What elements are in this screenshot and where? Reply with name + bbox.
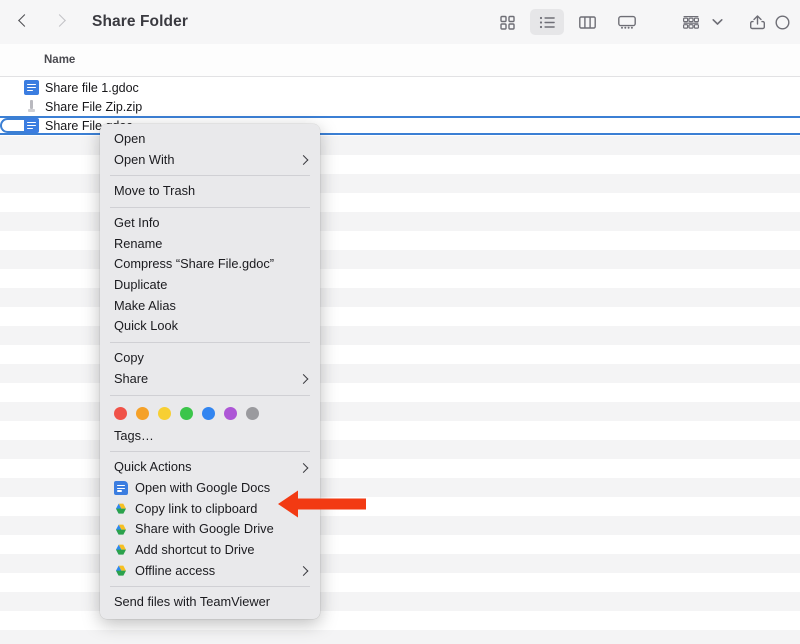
menu-item-duplicate[interactable]: Duplicate	[100, 275, 320, 296]
chevron-right-icon	[298, 566, 309, 576]
menu-item-label: Get Info	[114, 215, 160, 230]
menu-item-open[interactable]: Open	[100, 129, 320, 150]
file-name: Share File Zip.zip	[45, 99, 143, 114]
selection-indicator	[0, 118, 26, 133]
file-name: Share file 1.gdoc	[45, 80, 139, 95]
menu-item-copy[interactable]: Copy	[100, 348, 320, 369]
menu-item-make-alias[interactable]: Make Alias	[100, 296, 320, 317]
chevron-right-icon	[298, 155, 309, 165]
menu-item-share[interactable]: Share	[100, 369, 320, 390]
chevron-right-icon	[298, 374, 309, 385]
menu-item-label: Rename	[114, 235, 163, 251]
menu-item-label: Share with Google Drive	[135, 521, 274, 537]
menu-separator	[110, 394, 310, 396]
menu-item-send-files-with-teamviewer[interactable]: Send files with TeamViewer	[100, 592, 320, 613]
menu-separator	[110, 586, 310, 588]
google-docs-icon	[114, 481, 128, 496]
list-item[interactable]: Share file 1.gdoc	[0, 78, 800, 97]
page-title: Share Folder	[92, 13, 188, 30]
column-header-name[interactable]: Name	[44, 54, 75, 66]
menu-item-label: Tags…	[114, 427, 154, 443]
menu-item-label: Move to Trash	[114, 183, 196, 199]
menu-item-label: Share	[114, 370, 149, 386]
tag-purple-dot[interactable]	[224, 406, 237, 420]
google-drive-icon	[114, 502, 128, 516]
menu-item-label: Copy	[114, 350, 144, 366]
menu-item-get-info[interactable]: Get Info	[100, 213, 320, 234]
chevron-right-icon	[298, 462, 309, 473]
gallery-view-icon[interactable]	[610, 9, 644, 35]
tag-gray-dot[interactable]	[246, 406, 259, 420]
gdoc-icon	[24, 80, 39, 95]
menu-item-label: Add shortcut to Drive	[135, 541, 255, 557]
menu-item-rename[interactable]: Rename	[100, 234, 320, 255]
menu-item-label: Open with Google Docs	[135, 479, 271, 495]
menu-item-label: Compress “Share File.gdoc”	[114, 256, 275, 272]
menu-separator	[110, 175, 310, 177]
menu-item-tags[interactable]: Tags…	[100, 426, 320, 447]
menu-separator	[110, 451, 310, 453]
column-view-icon[interactable]	[570, 9, 604, 35]
tag-blue-dot[interactable]	[202, 406, 215, 420]
tag-red-dot[interactable]	[114, 406, 127, 420]
menu-item-quick-look[interactable]: Quick Look	[100, 317, 320, 338]
menu-item-label: Open With	[114, 151, 175, 167]
view-mode-segmented-control	[490, 9, 644, 35]
group-by-icon[interactable]	[674, 9, 708, 35]
menu-item-offline-access[interactable]: Offline access	[100, 561, 320, 582]
finder-window: Share Folder Name Share file 1.gdoc Shar…	[0, 0, 800, 644]
list-view-icon[interactable]	[530, 9, 564, 35]
menu-item-add-shortcut-to-drive[interactable]: Add shortcut to Drive	[100, 540, 320, 561]
tag-yellow-dot[interactable]	[158, 406, 171, 420]
empty-row	[0, 630, 800, 644]
menu-separator	[110, 207, 310, 209]
left-arrow-annotation	[276, 487, 368, 521]
menu-item-label: Duplicate	[114, 277, 168, 293]
zip-icon	[24, 99, 39, 114]
tag-green-dot[interactable]	[180, 406, 193, 420]
menu-item-label: Send files with TeamViewer	[114, 594, 271, 610]
toolbar: Share Folder	[0, 0, 800, 44]
list-item[interactable]: Share File Zip.zip	[0, 97, 800, 116]
menu-item-label: Copy link to clipboard	[135, 500, 258, 516]
menu-item-label: Open	[114, 130, 146, 146]
menu-item-label: Make Alias	[114, 297, 176, 313]
google-drive-icon	[114, 523, 128, 537]
chevron-left-icon[interactable]	[18, 13, 29, 31]
menu-item-quick-actions[interactable]: Quick Actions	[100, 457, 320, 478]
tag-icon[interactable]	[774, 9, 796, 35]
context-menu[interactable]: Open Open With Move to Trash Get Info Rename…	[100, 124, 320, 620]
chevron-right-icon[interactable]	[55, 13, 66, 31]
share-icon[interactable]	[740, 9, 774, 35]
toolbar-right-group	[490, 9, 800, 35]
chevron-down-icon[interactable]	[708, 9, 726, 35]
menu-item-label: Offline access	[135, 562, 216, 578]
tag-color-row	[100, 401, 320, 426]
icon-view-icon[interactable]	[490, 9, 524, 35]
gdoc-icon	[24, 118, 39, 133]
menu-item-move-to-trash[interactable]: Move to Trash	[100, 181, 320, 202]
menu-item-label: Quick Actions	[114, 459, 192, 475]
menu-item-compress-share-filegdoc[interactable]: Compress “Share File.gdoc”	[100, 254, 320, 275]
column-header-row: Name	[0, 44, 800, 77]
google-drive-icon	[114, 543, 128, 557]
google-drive-icon	[114, 564, 128, 578]
menu-item-open-with[interactable]: Open With	[100, 150, 320, 171]
menu-item-label: Quick Look	[114, 318, 179, 334]
menu-item-share-with-google-drive[interactable]: Share with Google Drive	[100, 519, 320, 540]
tag-orange-dot[interactable]	[136, 406, 149, 420]
navigation-buttons	[18, 13, 66, 31]
menu-separator	[110, 342, 310, 344]
